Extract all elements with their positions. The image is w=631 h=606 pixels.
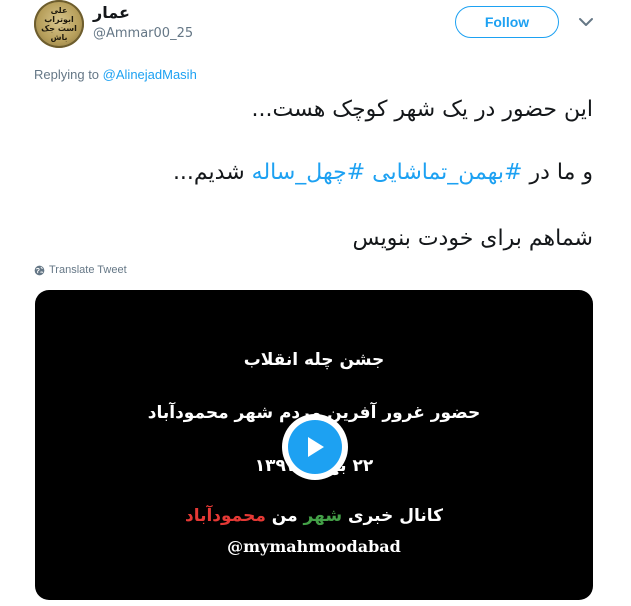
video-channel-white: من [271,506,298,526]
globe-icon [34,265,45,275]
avatar-text: علی ابوتراب است جک باش [41,6,77,42]
video-title: جشن چله انقلاب [243,350,385,370]
follow-button[interactable]: Follow [455,6,559,38]
translate-tweet-link[interactable]: Translate Tweet [34,264,127,276]
translate-label: Translate Tweet [49,264,127,276]
video-channel-red: محمودآباد [184,506,266,526]
replying-to: Replying to @AlinejadMasih [34,67,197,82]
tweet-line2-suffix: شدیم... [172,160,245,185]
play-icon [308,437,324,457]
reply-mention-link[interactable]: @AlinejadMasih [103,67,197,82]
hashtag-link[interactable]: #بهمن_تماشایی [372,160,522,185]
video-channel-line: کانال خبری شهر من محمودآباد [35,506,593,526]
chevron-down-icon[interactable] [577,13,595,31]
display-name[interactable]: عمار [93,3,130,22]
user-handle[interactable]: @Ammar00_25 [93,26,193,41]
video-player[interactable]: جشن چله انقلاب حضور غرور آفرین مردم شهر … [35,290,593,600]
avatar[interactable]: علی ابوتراب است جک باش [34,0,84,48]
hashtag-link[interactable]: #چهل_ساله [252,160,365,185]
tweet-line2-prefix: و ما در [529,160,593,185]
tweet-text-line-3: شماهم برای خودت بنویس [352,226,593,251]
replying-prefix: Replying to [34,67,100,82]
video-handle: @mymahmoodabad [227,537,401,556]
tweet-text-line-2: و ما در #بهمن_تماشایی #چهل_ساله شدیم... [173,160,593,185]
tweet-text-line-1: این حضور در یک شهر کوچک هست... [251,97,594,122]
video-channel-green: شهر [303,506,343,526]
play-button[interactable] [282,414,348,480]
play-button-inner [288,420,342,474]
video-channel-prefix: کانال خبری [347,506,444,526]
